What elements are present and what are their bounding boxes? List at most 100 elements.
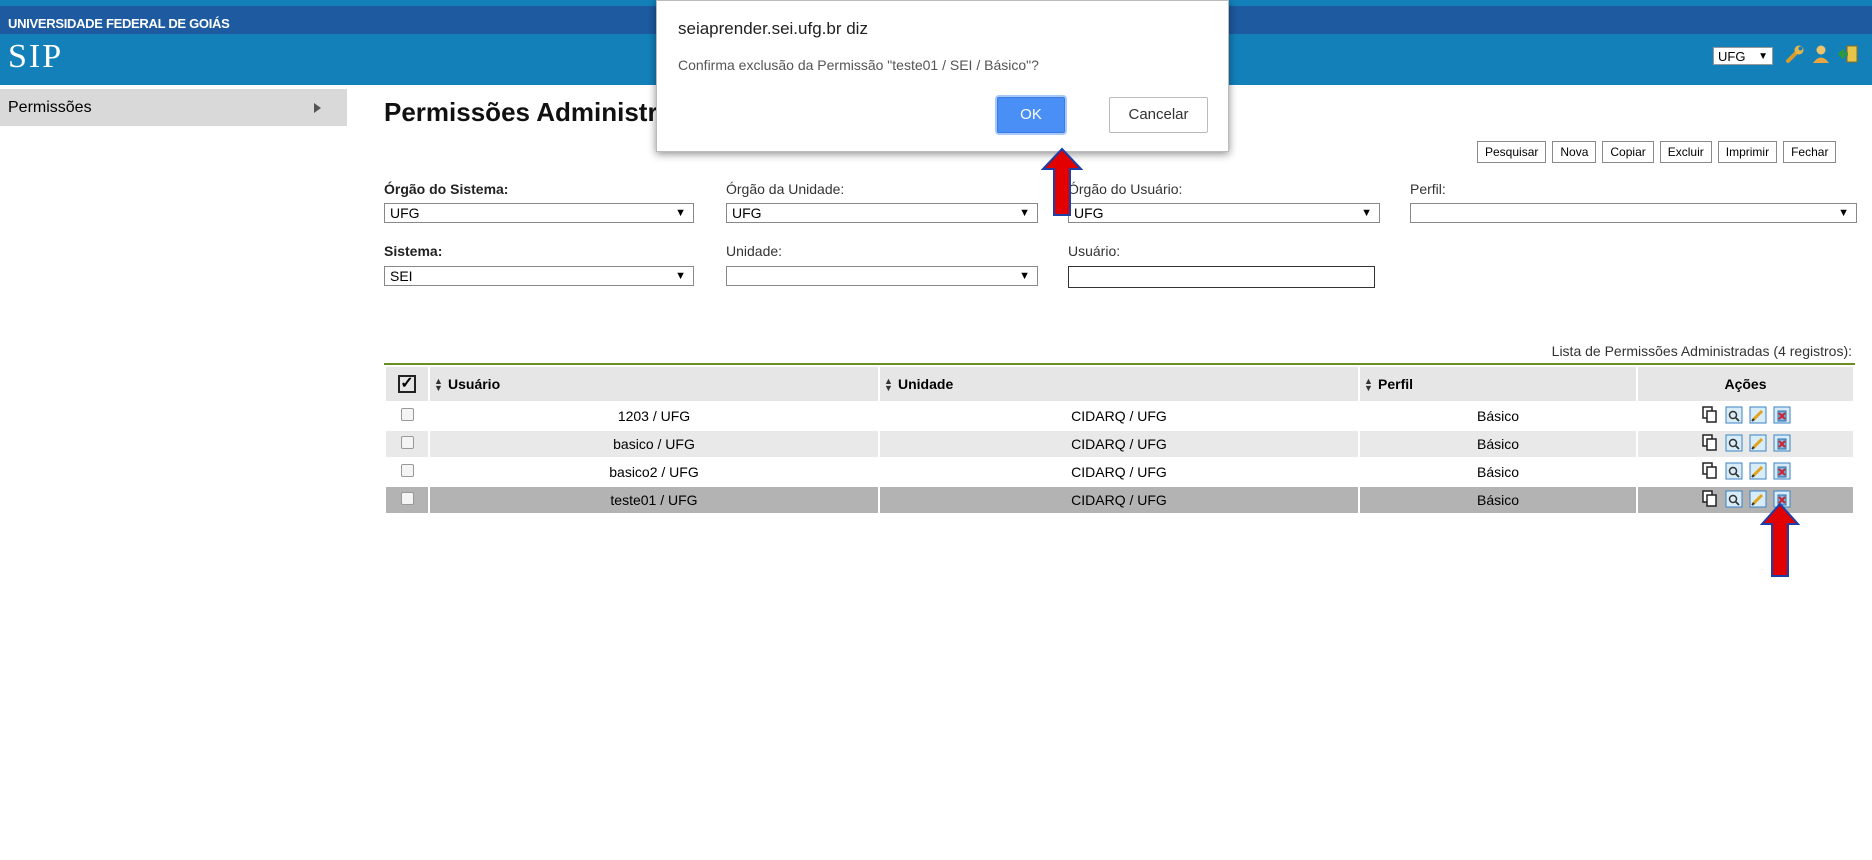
acoes-cell bbox=[1638, 403, 1853, 429]
excluir-button[interactable]: Excluir bbox=[1659, 141, 1712, 163]
user-icon[interactable] bbox=[1810, 43, 1832, 65]
chevron-down-icon: ▼ bbox=[1758, 51, 1768, 62]
perfil-cell: Básico bbox=[1360, 403, 1636, 429]
confirm-dialog: seiaprender.sei.ufg.br diz Confirma excl… bbox=[656, 0, 1229, 152]
acoes-cell bbox=[1638, 431, 1853, 457]
unidade-cell: CIDARQ / UFG bbox=[880, 431, 1358, 457]
row-checkbox[interactable] bbox=[400, 492, 414, 505]
unidade-header-label: Unidade bbox=[898, 375, 954, 392]
delete-icon[interactable] bbox=[1773, 434, 1791, 452]
perfil-cell: Básico bbox=[1360, 487, 1636, 513]
chevron-down-icon: ▼ bbox=[1019, 207, 1030, 219]
view-icon[interactable] bbox=[1725, 490, 1743, 508]
edit-icon[interactable] bbox=[1749, 434, 1767, 452]
exit-icon[interactable] bbox=[1838, 43, 1860, 65]
sort-icon[interactable]: ▲ ▼ bbox=[434, 377, 444, 393]
chevron-down-icon: ▼ bbox=[675, 270, 686, 282]
sistema-select[interactable]: SEI ▼ bbox=[384, 266, 694, 286]
copy-icon[interactable] bbox=[1701, 489, 1719, 508]
table-row: teste01 / UFG CIDARQ / UFG Básico bbox=[386, 487, 1853, 513]
table-row: basico2 / UFG CIDARQ / UFG Básico bbox=[386, 459, 1853, 485]
perfil-header[interactable]: ▲ ▼ Perfil bbox=[1360, 367, 1636, 401]
usuario-label: Usuário: bbox=[1068, 243, 1121, 259]
university-name: UNIVERSIDADE FEDERAL DE GOIÁS bbox=[8, 16, 230, 31]
edit-icon[interactable] bbox=[1749, 462, 1767, 480]
chevron-down-icon: ▼ bbox=[675, 207, 686, 219]
usuario-cell: basico / UFG bbox=[430, 431, 878, 457]
delete-icon[interactable] bbox=[1773, 406, 1791, 424]
unidade-label: Unidade: bbox=[726, 243, 783, 259]
acoes-cell bbox=[1638, 487, 1853, 513]
pesquisar-button[interactable]: Pesquisar bbox=[1477, 141, 1547, 163]
sistema-label: Sistema: bbox=[384, 243, 443, 259]
orgao-usuario-label: Órgão do Usuário: bbox=[1068, 181, 1183, 197]
view-icon[interactable] bbox=[1725, 434, 1743, 452]
copy-icon[interactable] bbox=[1701, 461, 1719, 480]
select-all-header[interactable]: ✓ bbox=[386, 367, 428, 401]
unidade-select[interactable]: ▼ bbox=[726, 266, 1038, 286]
usuario-cell: basico2 / UFG bbox=[430, 459, 878, 485]
orgao-sistema-value: UFG bbox=[390, 205, 420, 221]
perfil-cell: Básico bbox=[1360, 431, 1636, 457]
usuario-input[interactable] bbox=[1068, 266, 1375, 288]
org-select-value: UFG bbox=[1718, 49, 1746, 64]
orgao-unidade-label: Órgão da Unidade: bbox=[726, 181, 845, 197]
sip-logo[interactable]: SIP bbox=[8, 38, 63, 76]
table-row: 1203 / UFG CIDARQ / UFG Básico bbox=[386, 403, 1853, 429]
unidade-cell: CIDARQ / UFG bbox=[880, 459, 1358, 485]
copy-icon[interactable] bbox=[1701, 433, 1719, 452]
usuario-cell: teste01 / UFG bbox=[430, 487, 878, 513]
wrench-icon[interactable] bbox=[1784, 43, 1806, 65]
acoes-header: Ações bbox=[1638, 367, 1853, 401]
orgao-unidade-value: UFG bbox=[732, 205, 762, 221]
dialog-title: seiaprender.sei.ufg.br diz bbox=[678, 19, 868, 38]
row-checkbox-cell[interactable] bbox=[386, 487, 428, 513]
orgao-unidade-select[interactable]: UFG ▼ bbox=[726, 203, 1038, 223]
permissions-table: ✓ ▲ ▼ Usuário ▲ ▼ Unidade ▲ ▼ Perfil Ações 120… bbox=[384, 363, 1855, 515]
sort-icon[interactable]: ▲ ▼ bbox=[1364, 377, 1374, 393]
sidebar-item-permissoes[interactable]: Permissões bbox=[0, 89, 347, 126]
cancel-button[interactable]: Cancelar bbox=[1109, 97, 1208, 133]
row-checkbox-cell[interactable] bbox=[386, 431, 428, 457]
delete-icon[interactable] bbox=[1773, 462, 1791, 480]
fechar-button[interactable]: Fechar bbox=[1783, 141, 1837, 163]
row-checkbox-cell[interactable] bbox=[386, 403, 428, 429]
orgao-sistema-select[interactable]: UFG ▼ bbox=[384, 203, 694, 223]
usuario-header[interactable]: ▲ ▼ Usuário bbox=[430, 367, 878, 401]
ok-button[interactable]: OK bbox=[997, 97, 1065, 133]
copiar-button[interactable]: Copiar bbox=[1602, 141, 1654, 163]
table-caption: Lista de Permissões Administradas (4 reg… bbox=[1551, 343, 1852, 359]
sort-icon[interactable]: ▲ ▼ bbox=[884, 377, 894, 393]
usuario-cell: 1203 / UFG bbox=[430, 403, 878, 429]
arrow-up-icon bbox=[1041, 147, 1083, 216]
sistema-value: SEI bbox=[390, 268, 413, 284]
perfil-label: Perfil: bbox=[1410, 181, 1446, 197]
row-checkbox[interactable] bbox=[400, 408, 414, 421]
page-title: Permissões Administra bbox=[384, 97, 673, 127]
view-icon[interactable] bbox=[1725, 406, 1743, 424]
perfil-select[interactable]: ▼ bbox=[1410, 203, 1857, 223]
nova-button[interactable]: Nova bbox=[1552, 141, 1597, 163]
chevron-right-icon bbox=[314, 103, 321, 113]
table-row: basico / UFG CIDARQ / UFG Básico bbox=[386, 431, 1853, 457]
select-all-checkbox[interactable]: ✓ bbox=[398, 375, 416, 393]
perfil-header-label: Perfil bbox=[1378, 375, 1414, 392]
row-checkbox-cell[interactable] bbox=[386, 459, 428, 485]
toolbar: Pesquisar Nova Copiar Excluir Imprimir F… bbox=[1477, 141, 1837, 163]
imprimir-button[interactable]: Imprimir bbox=[1717, 141, 1778, 163]
chevron-down-icon: ▼ bbox=[1838, 207, 1849, 219]
chevron-down-icon: ▼ bbox=[1019, 270, 1030, 282]
copy-icon[interactable] bbox=[1701, 405, 1719, 424]
org-select[interactable]: UFG ▼ bbox=[1713, 47, 1773, 65]
edit-icon[interactable] bbox=[1749, 406, 1767, 424]
unidade-cell: CIDARQ / UFG bbox=[880, 403, 1358, 429]
unidade-header[interactable]: ▲ ▼ Unidade bbox=[880, 367, 1358, 401]
unidade-cell: CIDARQ / UFG bbox=[880, 487, 1358, 513]
chevron-down-icon: ▼ bbox=[1361, 207, 1372, 219]
view-icon[interactable] bbox=[1725, 462, 1743, 480]
row-checkbox[interactable] bbox=[400, 436, 414, 449]
orgao-sistema-label: Órgão do Sistema: bbox=[384, 181, 509, 197]
dialog-message: Confirma exclusão da Permissão "teste01 … bbox=[678, 57, 1039, 73]
orgao-usuario-select[interactable]: UFG ▼ bbox=[1068, 203, 1380, 223]
row-checkbox[interactable] bbox=[400, 464, 414, 477]
